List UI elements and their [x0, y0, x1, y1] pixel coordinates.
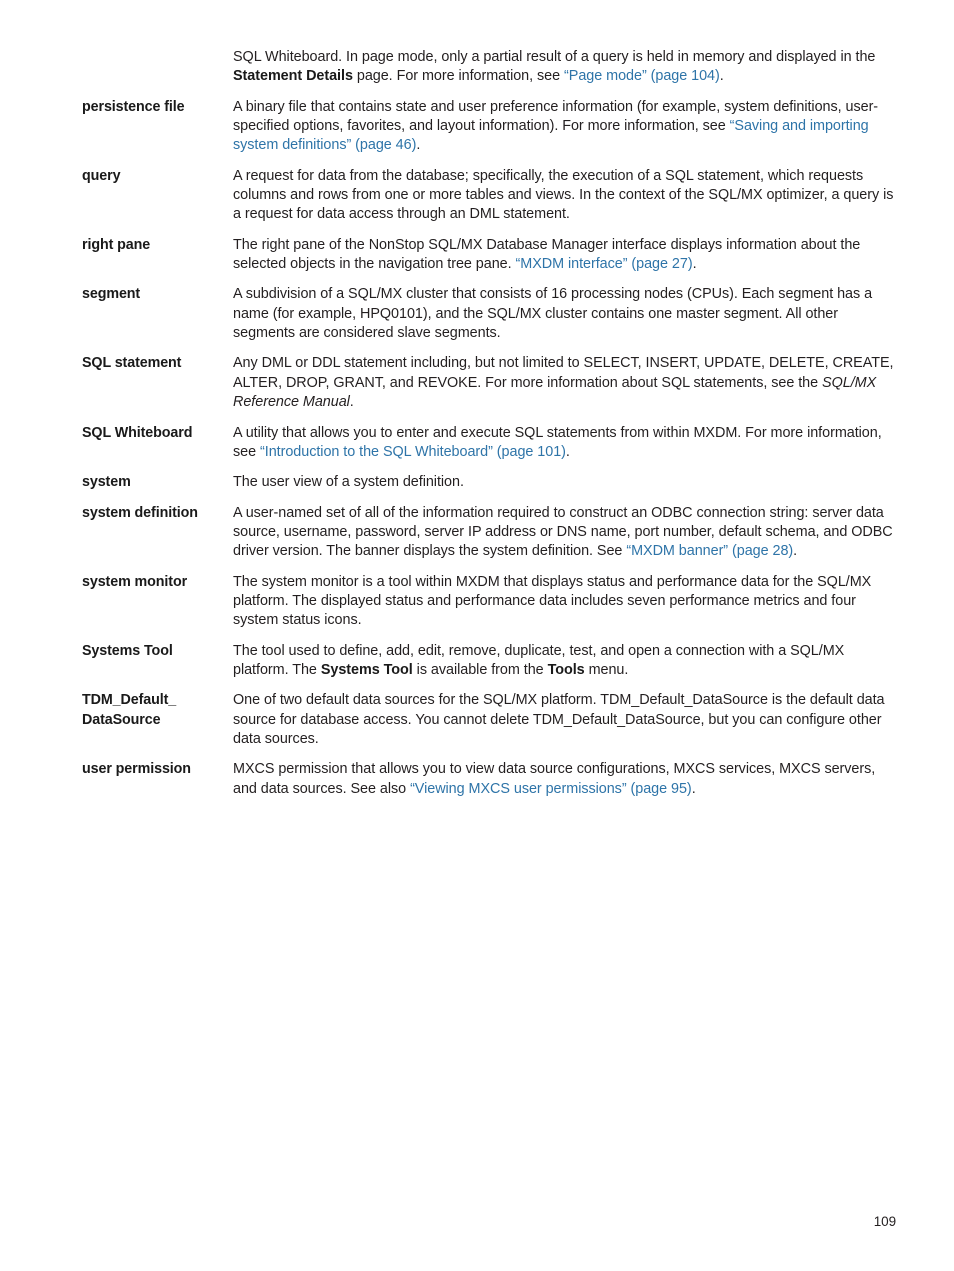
glossary-entry: TDM_Default_ DataSource One of two defaul…: [82, 691, 896, 749]
definition-text: .: [719, 68, 724, 85]
glossary-entry: persistence file A binary file that conta…: [82, 98, 896, 156]
glossary-term: user permission: [82, 761, 191, 778]
glossary-definition: Any DML or DDL statement including, but …: [233, 354, 896, 412]
glossary-entry: right pane The right pane of the NonStop …: [82, 236, 896, 275]
glossary-term: system monitor: [82, 573, 188, 590]
definition-text: .: [793, 543, 798, 560]
glossary-entry: SQL Whiteboard. In page mode, only a par…: [82, 48, 896, 87]
glossary-term: query: [82, 167, 121, 184]
glossary-definition: A user-named set of all of the informati…: [233, 504, 896, 562]
glossary-term: right pane: [82, 236, 151, 253]
glossary-definition: The user view of a system definition.: [233, 473, 896, 492]
definition-text: A subdivision of a SQL/MX cluster that c…: [233, 286, 873, 342]
definition-text: .: [691, 780, 696, 797]
definition-text: .: [349, 394, 354, 411]
glossary-definition: The tool used to define, add, edit, remo…: [233, 642, 896, 681]
cross-reference-link[interactable]: “MXDM interface” (page 27): [516, 256, 693, 272]
page-number: 109: [873, 1214, 896, 1229]
bold-ui-label: Tools: [547, 661, 585, 678]
glossary-term: segment: [82, 286, 141, 303]
glossary-term: SQL statement: [82, 355, 182, 372]
glossary-definition: A request for data from the database; sp…: [233, 167, 896, 225]
glossary-definition: The system monitor is a tool within MXDM…: [233, 573, 896, 631]
glossary-entry: system The user view of a system definiti…: [82, 473, 896, 492]
glossary-term: system definition: [82, 504, 198, 521]
bold-ui-label: Statement Details: [233, 68, 353, 85]
cross-reference-link[interactable]: “Viewing MXCS user permissions” (page 95…: [410, 781, 692, 797]
definition-text: The user view of a system definition.: [233, 474, 464, 491]
glossary-definition: One of two default data sources for the …: [233, 691, 896, 749]
glossary-term: TDM_Default_ DataSource: [82, 692, 177, 728]
glossary-entry: user permission MXCS permission that allo…: [82, 760, 896, 799]
definition-text: .: [692, 256, 697, 273]
definition-text: Any DML or DDL statement including, but …: [233, 355, 894, 391]
glossary-term: SQL Whiteboard: [82, 424, 193, 441]
definition-text: .: [416, 137, 421, 154]
definition-text: menu.: [584, 661, 629, 678]
definition-text: A request for data from the database; sp…: [233, 167, 894, 223]
definition-text: SQL Whiteboard. In page mode, only a par…: [233, 49, 876, 65]
glossary-entry: system monitor The system monitor is a to…: [82, 573, 896, 631]
glossary-entry: SQL statement Any DML or DDL statement in…: [82, 354, 896, 412]
document-page: SQL Whiteboard. In page mode, only a par…: [0, 0, 954, 1271]
definition-text: The system monitor is a tool within MXDM…: [233, 573, 872, 629]
glossary-entry: Systems Tool The tool used to define, add…: [82, 642, 896, 681]
glossary-term: Systems Tool: [82, 642, 173, 659]
glossary-definition: SQL Whiteboard. In page mode, only a par…: [233, 48, 896, 87]
cross-reference-link[interactable]: “MXDM banner” (page 28): [626, 543, 793, 559]
glossary-entry: segment A subdivision of a SQL/MX cluster…: [82, 285, 896, 343]
glossary-entry: system definition A user-named set of all…: [82, 504, 896, 562]
bold-ui-label: Systems Tool: [320, 661, 413, 678]
definition-text: .: [565, 443, 570, 460]
glossary-definition: A binary file that contains state and us…: [233, 98, 896, 156]
glossary-definition: The right pane of the NonStop SQL/MX Dat…: [233, 236, 896, 275]
glossary-definition: MXCS permission that allows you to view …: [233, 760, 896, 799]
definition-text: is available from the: [412, 661, 548, 678]
glossary-term: persistence file: [82, 98, 185, 115]
cross-reference-link[interactable]: “Page mode” (page 104): [564, 68, 720, 84]
glossary-definition: A utility that allows you to enter and e…: [233, 424, 896, 463]
glossary-term: system: [82, 474, 131, 491]
glossary-definition-list: SQL Whiteboard. In page mode, only a par…: [82, 48, 896, 810]
cross-reference-link[interactable]: “Introduction to the SQL Whiteboard” (pa…: [260, 444, 566, 460]
glossary-definition: A subdivision of a SQL/MX cluster that c…: [233, 285, 896, 343]
glossary-entry: SQL Whiteboard A utility that allows you …: [82, 424, 896, 463]
glossary-entry: query A request for data from the databas…: [82, 167, 896, 225]
definition-text: page. For more information, see: [352, 68, 565, 85]
definition-text: One of two default data sources for the …: [233, 692, 885, 747]
